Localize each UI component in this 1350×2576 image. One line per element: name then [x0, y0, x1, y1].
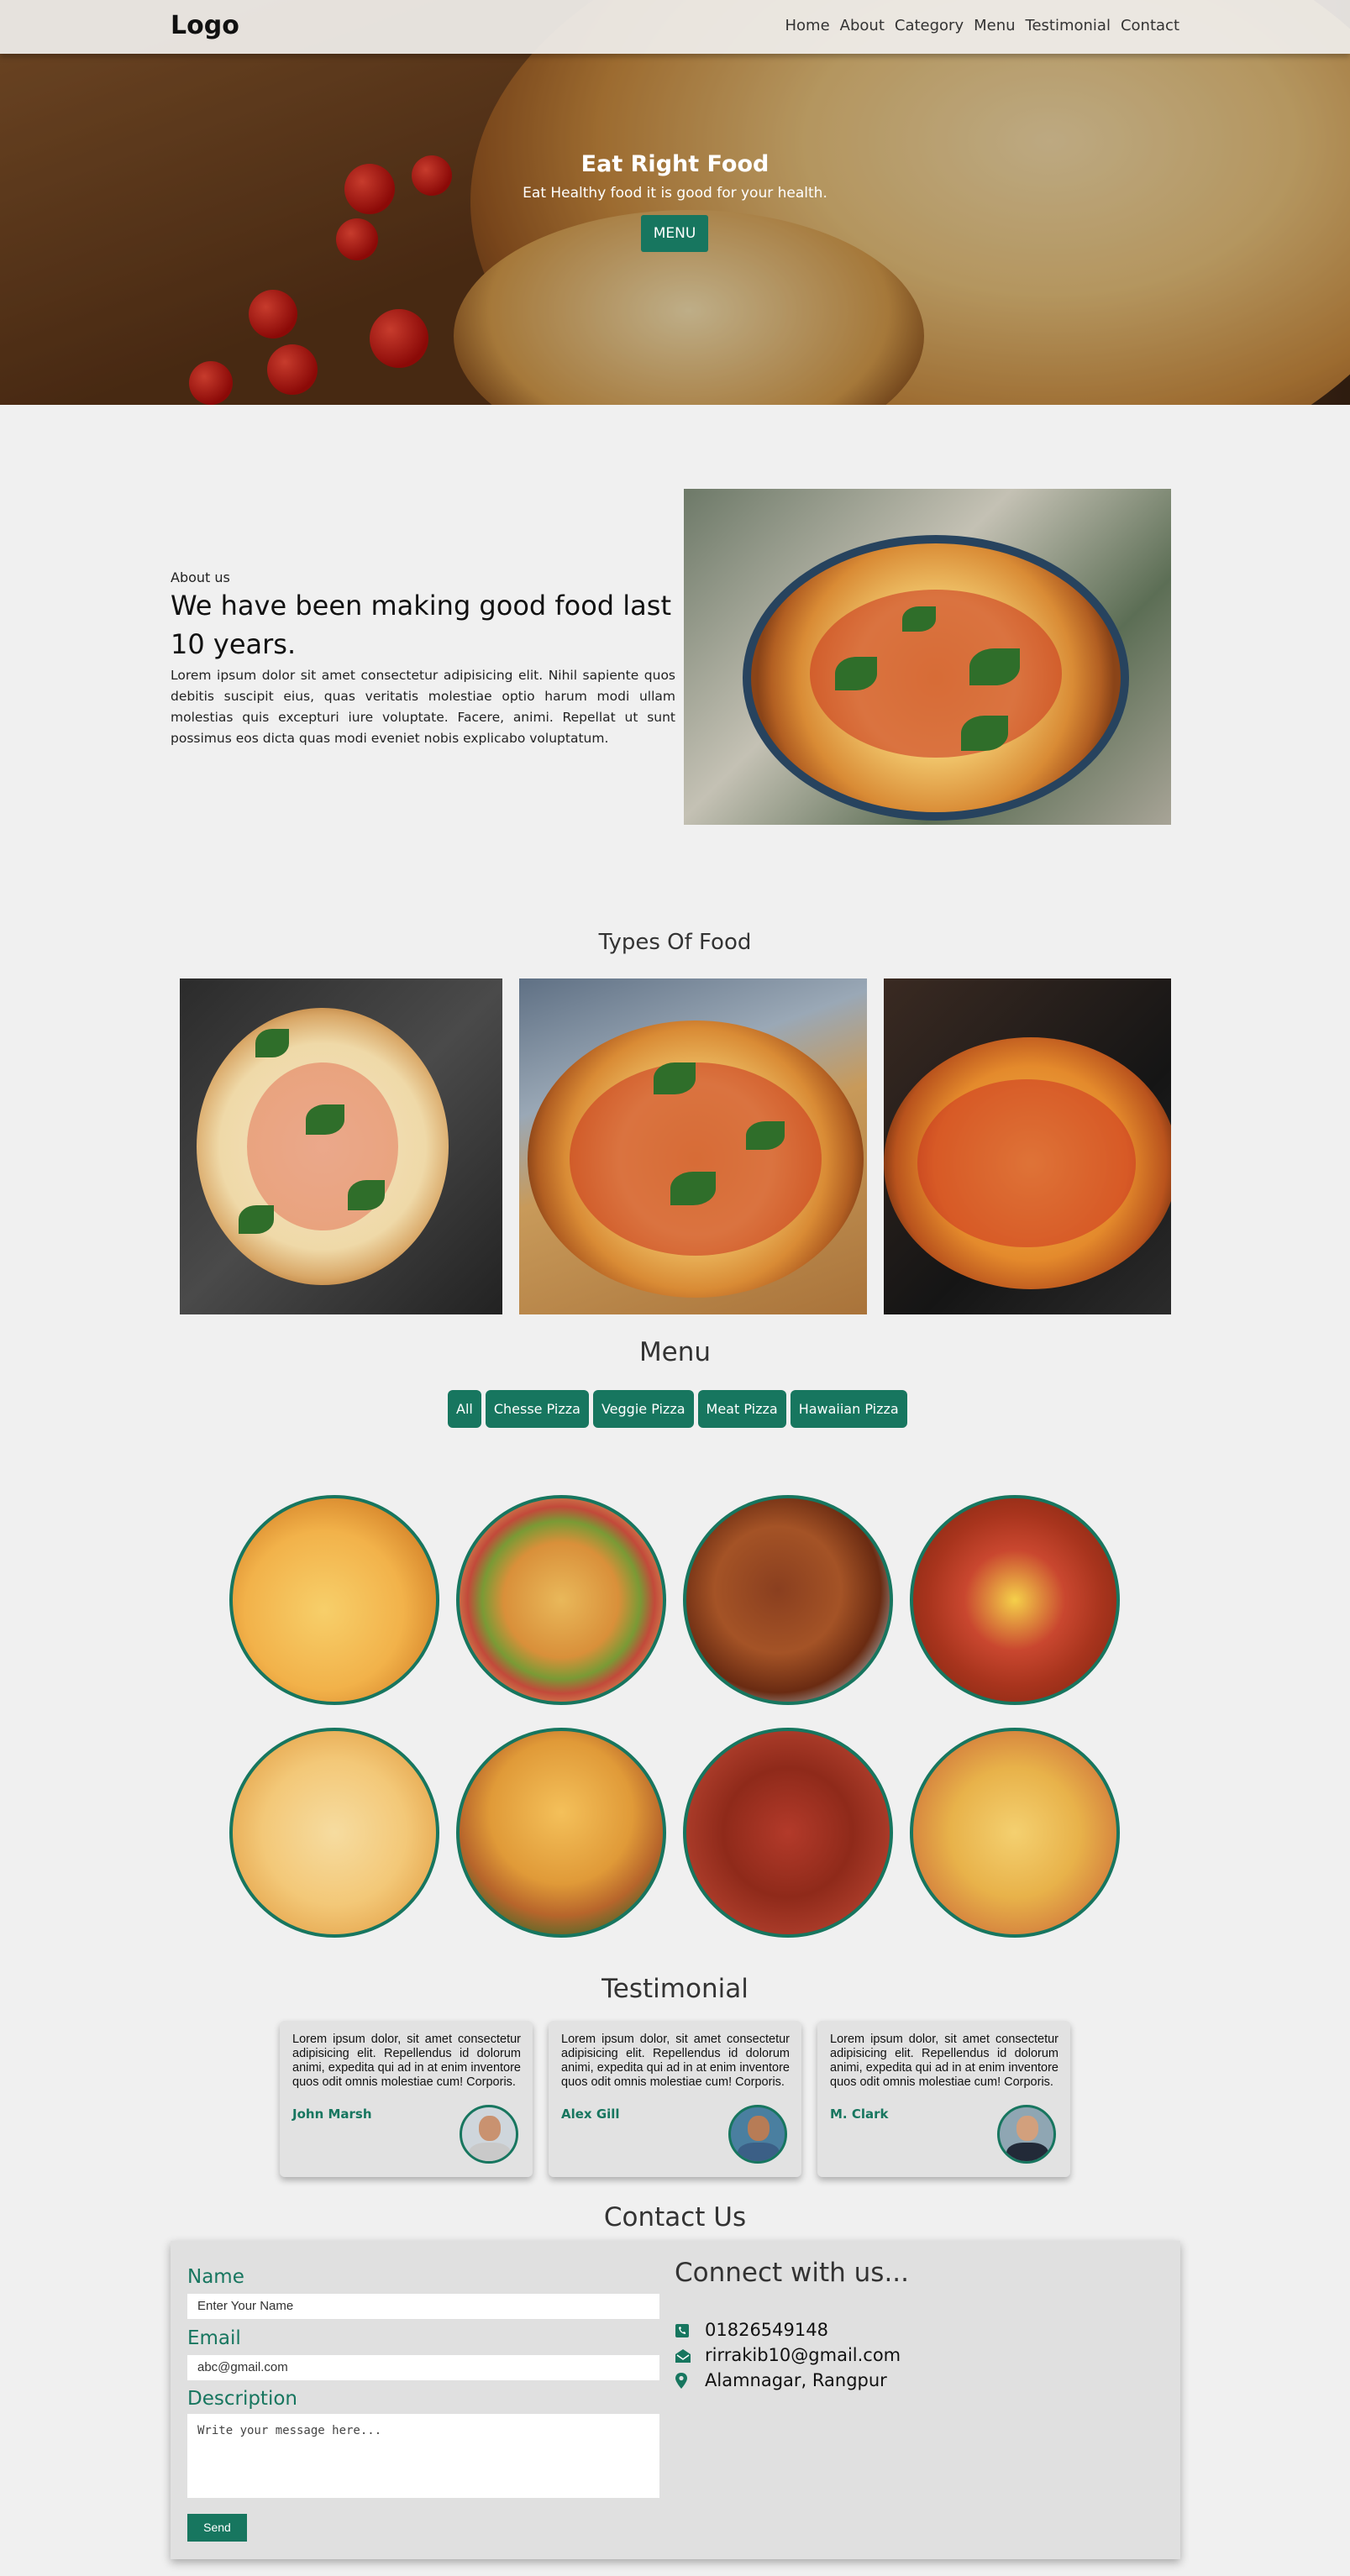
- filter-veggie-button[interactable]: Veggie Pizza: [592, 1390, 694, 1428]
- about-heading: We have been making good food last 10 ye…: [171, 590, 671, 660]
- envelope-icon: [675, 2348, 691, 2363]
- email-label: Email: [187, 2327, 241, 2349]
- hero-menu-button[interactable]: MENU: [641, 215, 708, 252]
- contact-address: Alamnagar, Rangpur: [675, 2370, 887, 2390]
- phone-icon: [675, 2322, 690, 2337]
- filter-all-button[interactable]: All: [448, 1390, 481, 1428]
- about-text: Lorem ipsum dolor sit amet consectetur a…: [171, 668, 675, 746]
- contact-form-box: Name Enter Your Name Email abc@gmail.com…: [171, 2241, 1180, 2559]
- menu-title: Menu: [638, 1337, 712, 1367]
- testimonial-text: Lorem ipsum dolor, sit amet consectetur …: [292, 2033, 521, 2089]
- about-label: About us: [171, 569, 230, 585]
- avatar: [728, 2105, 787, 2164]
- nav-contact[interactable]: Contact: [1121, 17, 1179, 34]
- name-label: Name: [187, 2266, 244, 2288]
- nav-category[interactable]: Category: [895, 17, 964, 34]
- hero-overlay: [0, 0, 1350, 405]
- menu-item-image[interactable]: [229, 1728, 439, 1938]
- contact-phone: 01826549148: [675, 2320, 828, 2340]
- filter-meat-button[interactable]: Meat Pizza: [697, 1390, 786, 1428]
- about-pizza-image: [684, 489, 1171, 825]
- food-type-card[interactable]: [884, 978, 1171, 1314]
- address-text: Alamnagar, Rangpur: [705, 2370, 887, 2390]
- avatar: [460, 2105, 518, 2164]
- menu-item-image[interactable]: [910, 1495, 1120, 1705]
- site-logo[interactable]: Logo: [171, 11, 239, 40]
- testimonial-card: Lorem ipsum dolor, sit amet consectetur …: [549, 2021, 801, 2177]
- food-type-card[interactable]: [519, 978, 867, 1314]
- contact-title: Contact Us: [603, 2202, 747, 2232]
- avatar: [997, 2105, 1056, 2164]
- menu-item-image[interactable]: [456, 1728, 666, 1938]
- connect-heading: Connect with us...: [675, 2258, 910, 2288]
- send-button[interactable]: Send: [187, 2514, 247, 2542]
- menu-item-image[interactable]: [456, 1495, 666, 1705]
- menu-item-image[interactable]: [910, 1728, 1120, 1938]
- nav-links: Home About Category Menu Testimonial Con…: [785, 17, 1180, 34]
- location-pin-icon: [675, 2373, 690, 2389]
- top-navbar: Logo Home About Category Menu Testimonia…: [0, 0, 1350, 54]
- menu-item-image[interactable]: [683, 1495, 893, 1705]
- testimonial-text: Lorem ipsum dolor, sit amet consectetur …: [830, 2033, 1058, 2089]
- testimonial-author: Alex Gill: [561, 2106, 620, 2122]
- description-textarea[interactable]: Write your message here...: [187, 2414, 659, 2498]
- name-input[interactable]: Enter Your Name: [187, 2294, 659, 2319]
- nav-home[interactable]: Home: [785, 17, 830, 34]
- filter-hawaiian-button[interactable]: Hawaiian Pizza: [790, 1390, 907, 1428]
- nav-about[interactable]: About: [840, 17, 885, 34]
- email-input[interactable]: abc@gmail.com: [187, 2355, 659, 2380]
- testimonial-card: Lorem ipsum dolor, sit amet consectetur …: [817, 2021, 1070, 2177]
- filter-cheese-button[interactable]: Chesse Pizza: [485, 1390, 589, 1428]
- nav-menu[interactable]: Menu: [974, 17, 1015, 34]
- food-type-card[interactable]: [180, 978, 502, 1314]
- menu-item-image[interactable]: [683, 1728, 893, 1938]
- types-title: Types Of Food: [598, 930, 752, 955]
- nav-testimonial[interactable]: Testimonial: [1026, 17, 1111, 34]
- testimonial-author: John Marsh: [292, 2106, 372, 2122]
- menu-item-image[interactable]: [229, 1495, 439, 1705]
- hero-title: Eat Right Food: [580, 151, 770, 177]
- description-label: Description: [187, 2388, 297, 2410]
- email-text: rirrakib10@gmail.com: [705, 2345, 901, 2365]
- testimonial-text: Lorem ipsum dolor, sit amet consectetur …: [561, 2033, 790, 2089]
- testimonial-title: Testimonial: [601, 1974, 749, 2004]
- hero-banner: Eat Right Food Eat Healthy food it is go…: [0, 0, 1350, 405]
- phone-text: 01826549148: [705, 2320, 828, 2340]
- hero-subtitle: Eat Healthy food it is good for your hea…: [523, 185, 827, 202]
- testimonial-author: M. Clark: [830, 2106, 889, 2122]
- testimonial-card: Lorem ipsum dolor, sit amet consectetur …: [280, 2021, 533, 2177]
- menu-filters: All Chesse Pizza Veggie Pizza Meat Pizza…: [448, 1390, 907, 1428]
- contact-email: rirrakib10@gmail.com: [675, 2345, 901, 2365]
